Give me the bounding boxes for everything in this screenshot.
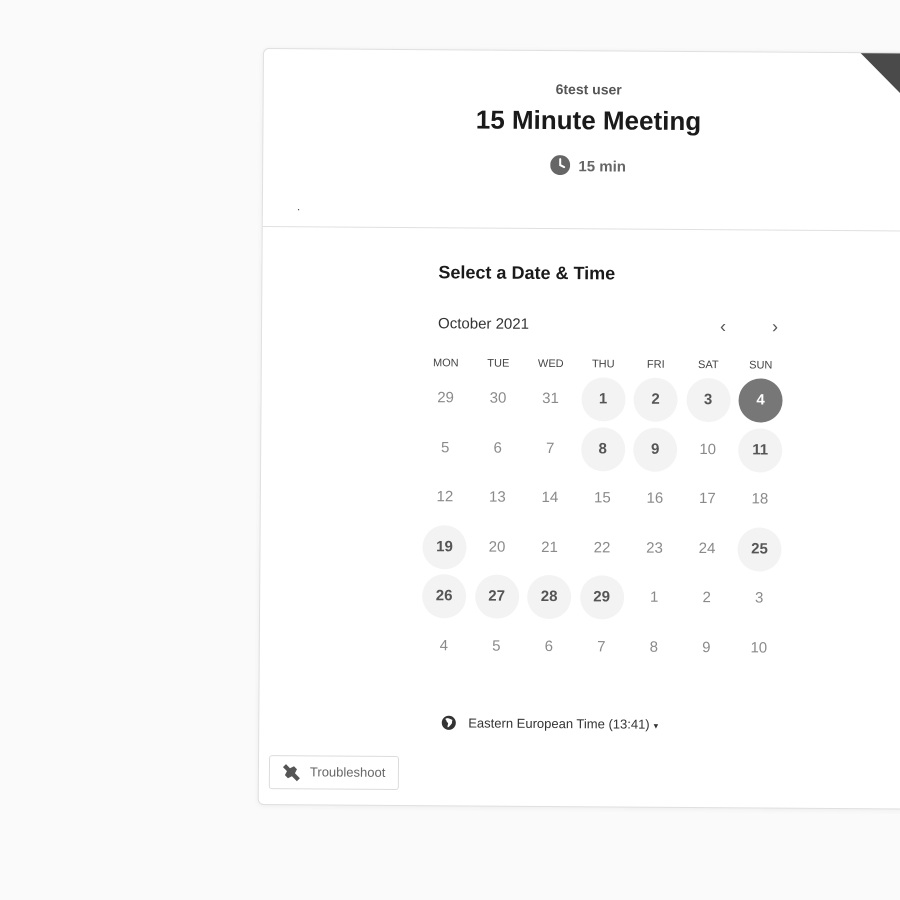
section-title: Select a Date & Time xyxy=(438,262,616,284)
calendar-day: 10 xyxy=(699,440,717,458)
duration-label: 15 min xyxy=(578,158,627,176)
calendar-day: 20 xyxy=(488,538,506,556)
divider xyxy=(262,226,900,232)
calendar-day-available[interactable]: 25 xyxy=(737,526,782,572)
calendar-day-available[interactable]: 27 xyxy=(474,574,519,619)
troubleshoot-label: Troubleshoot xyxy=(309,764,386,780)
chevron-down-icon: ▾ xyxy=(653,720,659,731)
weekday-label: SUN xyxy=(749,359,773,372)
calendar-day: 3 xyxy=(754,589,764,607)
calendar-day: 18 xyxy=(751,490,769,508)
calendar-day: 9 xyxy=(702,638,711,656)
globe-icon xyxy=(441,715,456,733)
calendar-day: 21 xyxy=(541,538,558,556)
calendar-day: 8 xyxy=(649,638,659,656)
calendar-day: 31 xyxy=(542,389,559,408)
calendar-day-available[interactable]: 19 xyxy=(422,524,467,569)
calendar-day-available[interactable]: 1 xyxy=(580,377,626,422)
calendar-day: 2 xyxy=(702,589,711,607)
weekday-label: TUE xyxy=(487,357,510,370)
calendar-day-available[interactable]: 11 xyxy=(738,427,783,473)
prev-month-button[interactable]: ‹ xyxy=(711,314,735,338)
weekday-label: WED xyxy=(537,357,564,371)
calendar-day: 13 xyxy=(488,488,506,506)
troubleshoot-button[interactable]: Troubleshoot xyxy=(268,755,400,790)
calendar-day: 7 xyxy=(545,439,555,457)
next-month-button[interactable]: › xyxy=(763,314,787,338)
wrench-icon xyxy=(280,762,302,796)
calendar-day: 14 xyxy=(541,488,559,507)
booking-card: o 6test user 15 Minute Meeting 15 min . … xyxy=(257,48,900,810)
calendar-day: 7 xyxy=(597,637,606,655)
calendar-day: 6 xyxy=(544,637,554,655)
calendar-day-available[interactable]: 26 xyxy=(422,574,467,619)
calendar-day-available[interactable]: 8 xyxy=(580,426,625,472)
calendar-day: 12 xyxy=(436,488,454,506)
calendar-day: 5 xyxy=(492,637,501,655)
weekday-label: SAT xyxy=(697,359,719,372)
clock-icon xyxy=(550,155,571,179)
calendar-day: 23 xyxy=(646,539,663,557)
calendar-day-available[interactable]: 2 xyxy=(633,377,678,422)
calendar-day: 10 xyxy=(750,638,768,657)
host-name: 6test user xyxy=(555,81,622,98)
calendar-day: 5 xyxy=(440,438,450,456)
calendar-day-available[interactable]: 28 xyxy=(527,574,572,620)
calendar-day-available[interactable]: 3 xyxy=(685,377,731,423)
calendar-day-available[interactable]: 9 xyxy=(633,427,678,472)
calendar-day: 29 xyxy=(437,389,454,407)
weekday-label: MON xyxy=(432,357,459,370)
timezone-label: Eastern European Time (13:41) xyxy=(468,715,650,732)
calendar-day: 1 xyxy=(649,588,659,606)
calendar-day: 30 xyxy=(489,389,507,407)
calendar-day: 6 xyxy=(493,439,502,457)
weekday-label: THU xyxy=(591,358,615,371)
weekday-label: FRI xyxy=(646,358,665,371)
calendar-day-available[interactable]: 29 xyxy=(579,575,624,620)
event-title: 15 Minute Meeting xyxy=(475,104,702,137)
calendar-day: 17 xyxy=(698,490,716,508)
calendar-day: 4 xyxy=(439,636,449,654)
calendar-day: 22 xyxy=(593,538,611,556)
calendar-day-selected[interactable]: 4 xyxy=(738,378,783,423)
calendar-day: 24 xyxy=(698,539,716,557)
calendar-day: 15 xyxy=(593,489,611,507)
calendar-day: 16 xyxy=(646,489,664,507)
month-label: October 2021 xyxy=(438,315,530,333)
event-duration: 15 min xyxy=(263,153,900,182)
timezone-selector[interactable]: Eastern European Time (13:41) ▾ xyxy=(441,715,658,735)
event-description: . xyxy=(296,199,301,214)
